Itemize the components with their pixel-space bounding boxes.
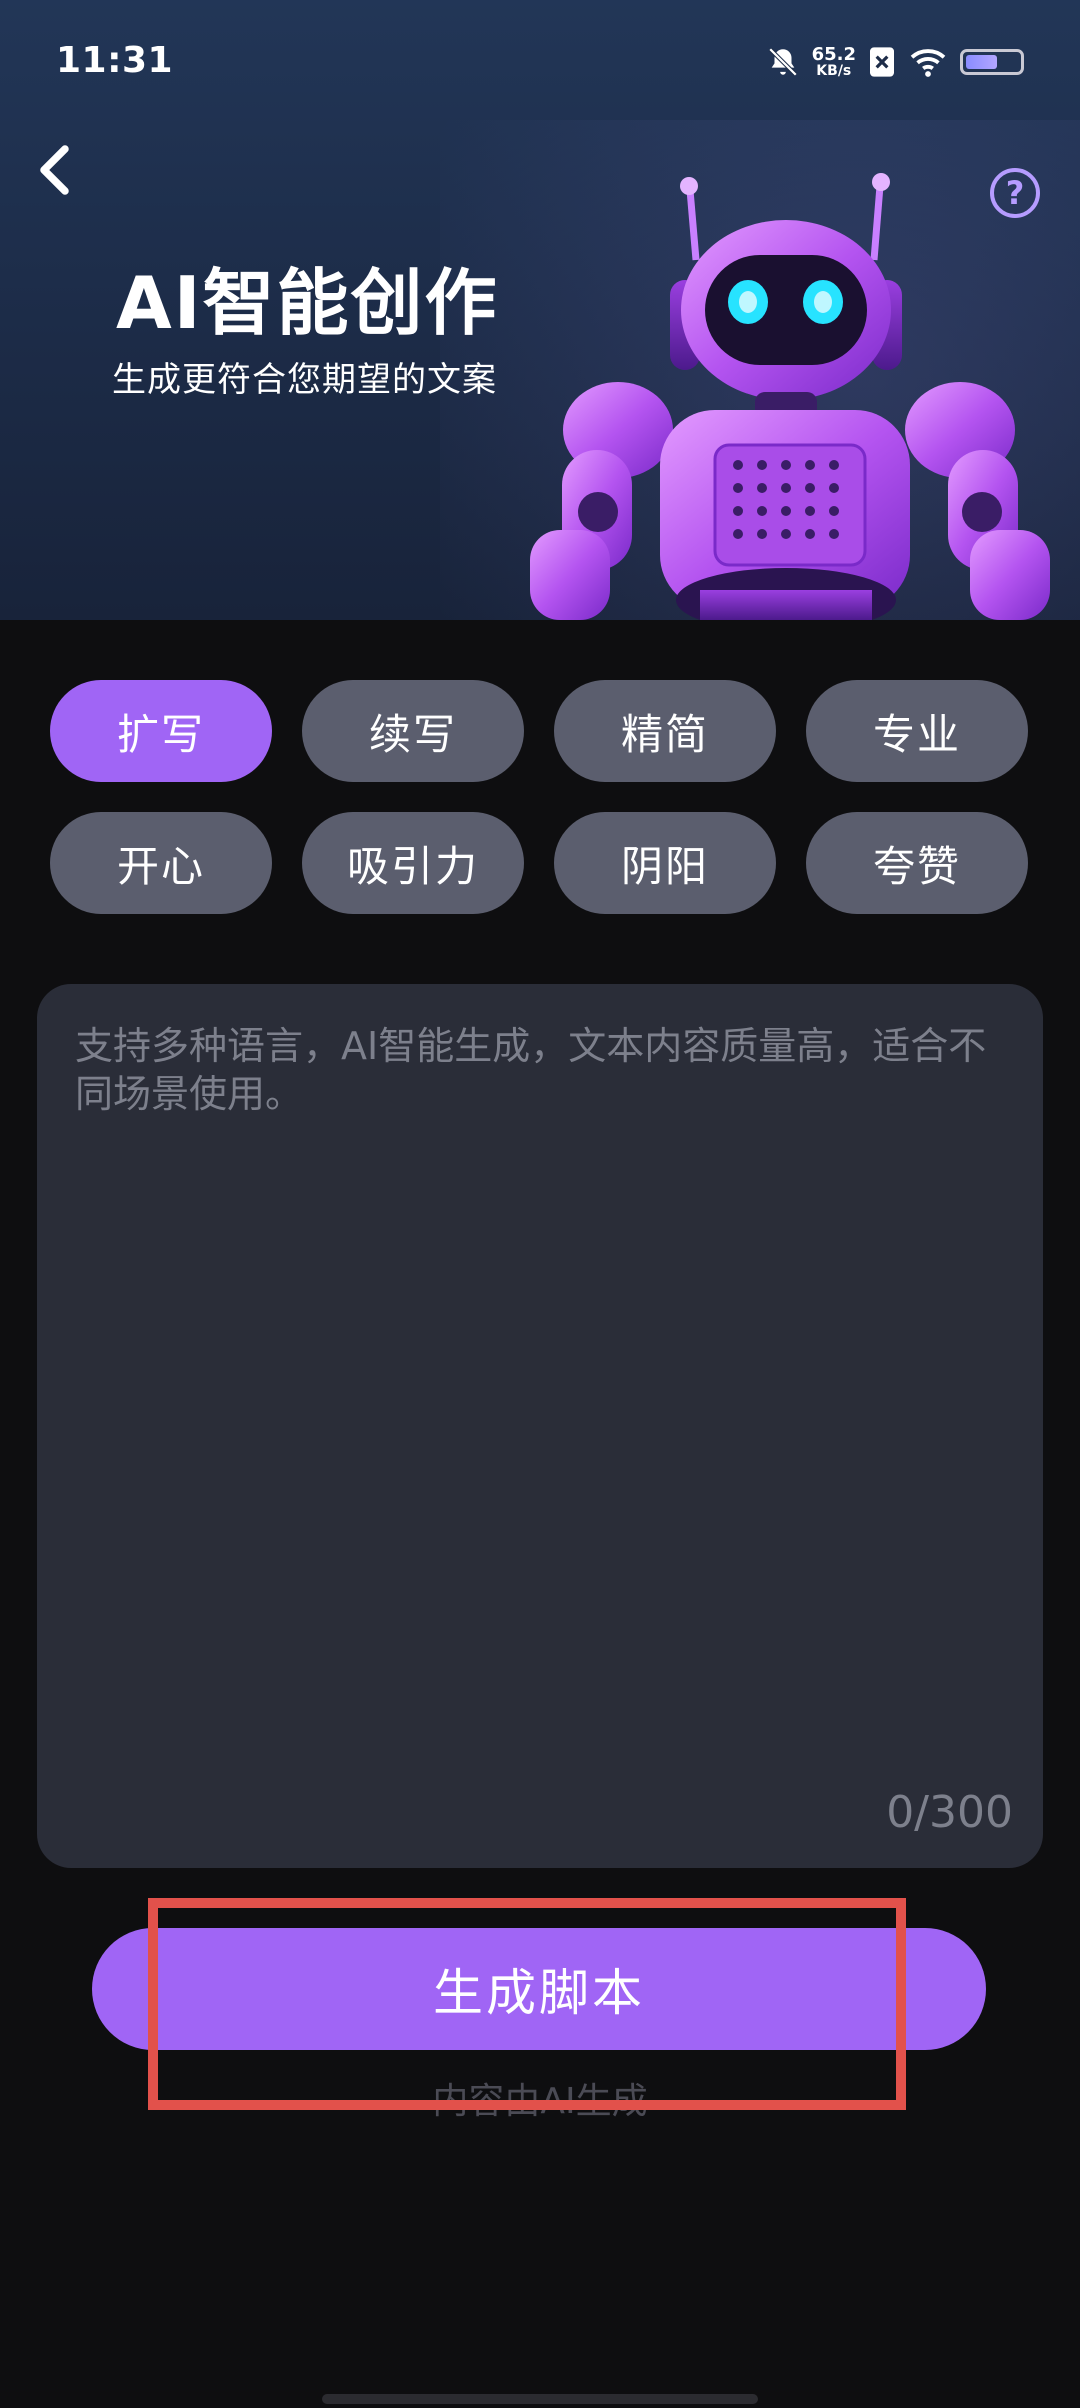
page-title: AI智能创作	[116, 261, 499, 345]
chip-attractive[interactable]: 吸引力	[302, 812, 524, 914]
status-bar: 11:31 65.2 KB/s	[0, 0, 1080, 120]
text-input-area[interactable]: 支持多种语言，AI智能生成，文本内容质量高，适合不同场景使用。 0/300	[37, 984, 1043, 1868]
page-subtitle: 生成更符合您期望的文案	[112, 360, 497, 400]
chip-concise[interactable]: 精简	[554, 680, 776, 782]
chip-praise[interactable]: 夸赞	[806, 812, 1028, 914]
input-placeholder: 支持多种语言，AI智能生成，文本内容质量高，适合不同场景使用。	[75, 1024, 987, 1116]
chip-happy[interactable]: 开心	[50, 812, 272, 914]
mute-bell-icon	[768, 47, 797, 77]
wifi-icon	[910, 49, 946, 77]
battery-fill	[966, 55, 997, 69]
network-speed-unit: KB/s	[816, 63, 852, 79]
status-time: 11:31	[56, 40, 174, 81]
ai-writing-screen: 11:31 65.2 KB/s ? AI智能创作 生成更符合您期望的文案 扩写 …	[0, 0, 1080, 2408]
chip-expand[interactable]: 扩写	[50, 680, 272, 782]
status-icons: 65.2 KB/s	[766, 38, 1024, 86]
battery-icon	[960, 49, 1024, 75]
chip-continue[interactable]: 续写	[302, 680, 524, 782]
network-speed-value: 65.2	[811, 44, 856, 65]
chip-professional[interactable]: 专业	[806, 680, 1028, 782]
robot-illustration	[530, 173, 1050, 620]
sim-x-icon	[870, 47, 894, 77]
style-chips: 扩写 续写 精简 专业 开心 吸引力 阴阳 夸赞	[50, 680, 1030, 914]
header-banner: 11:31 65.2 KB/s ? AI智能创作 生成更符合您期望的文案	[0, 0, 1080, 620]
home-indicator	[322, 2394, 758, 2404]
network-speed: 65.2 KB/s	[811, 44, 856, 79]
character-counter: 0/300	[886, 1787, 1013, 1838]
highlight-box	[148, 1898, 906, 2110]
back-arrow-icon[interactable]	[26, 140, 86, 200]
chip-sarcastic[interactable]: 阴阳	[554, 812, 776, 914]
